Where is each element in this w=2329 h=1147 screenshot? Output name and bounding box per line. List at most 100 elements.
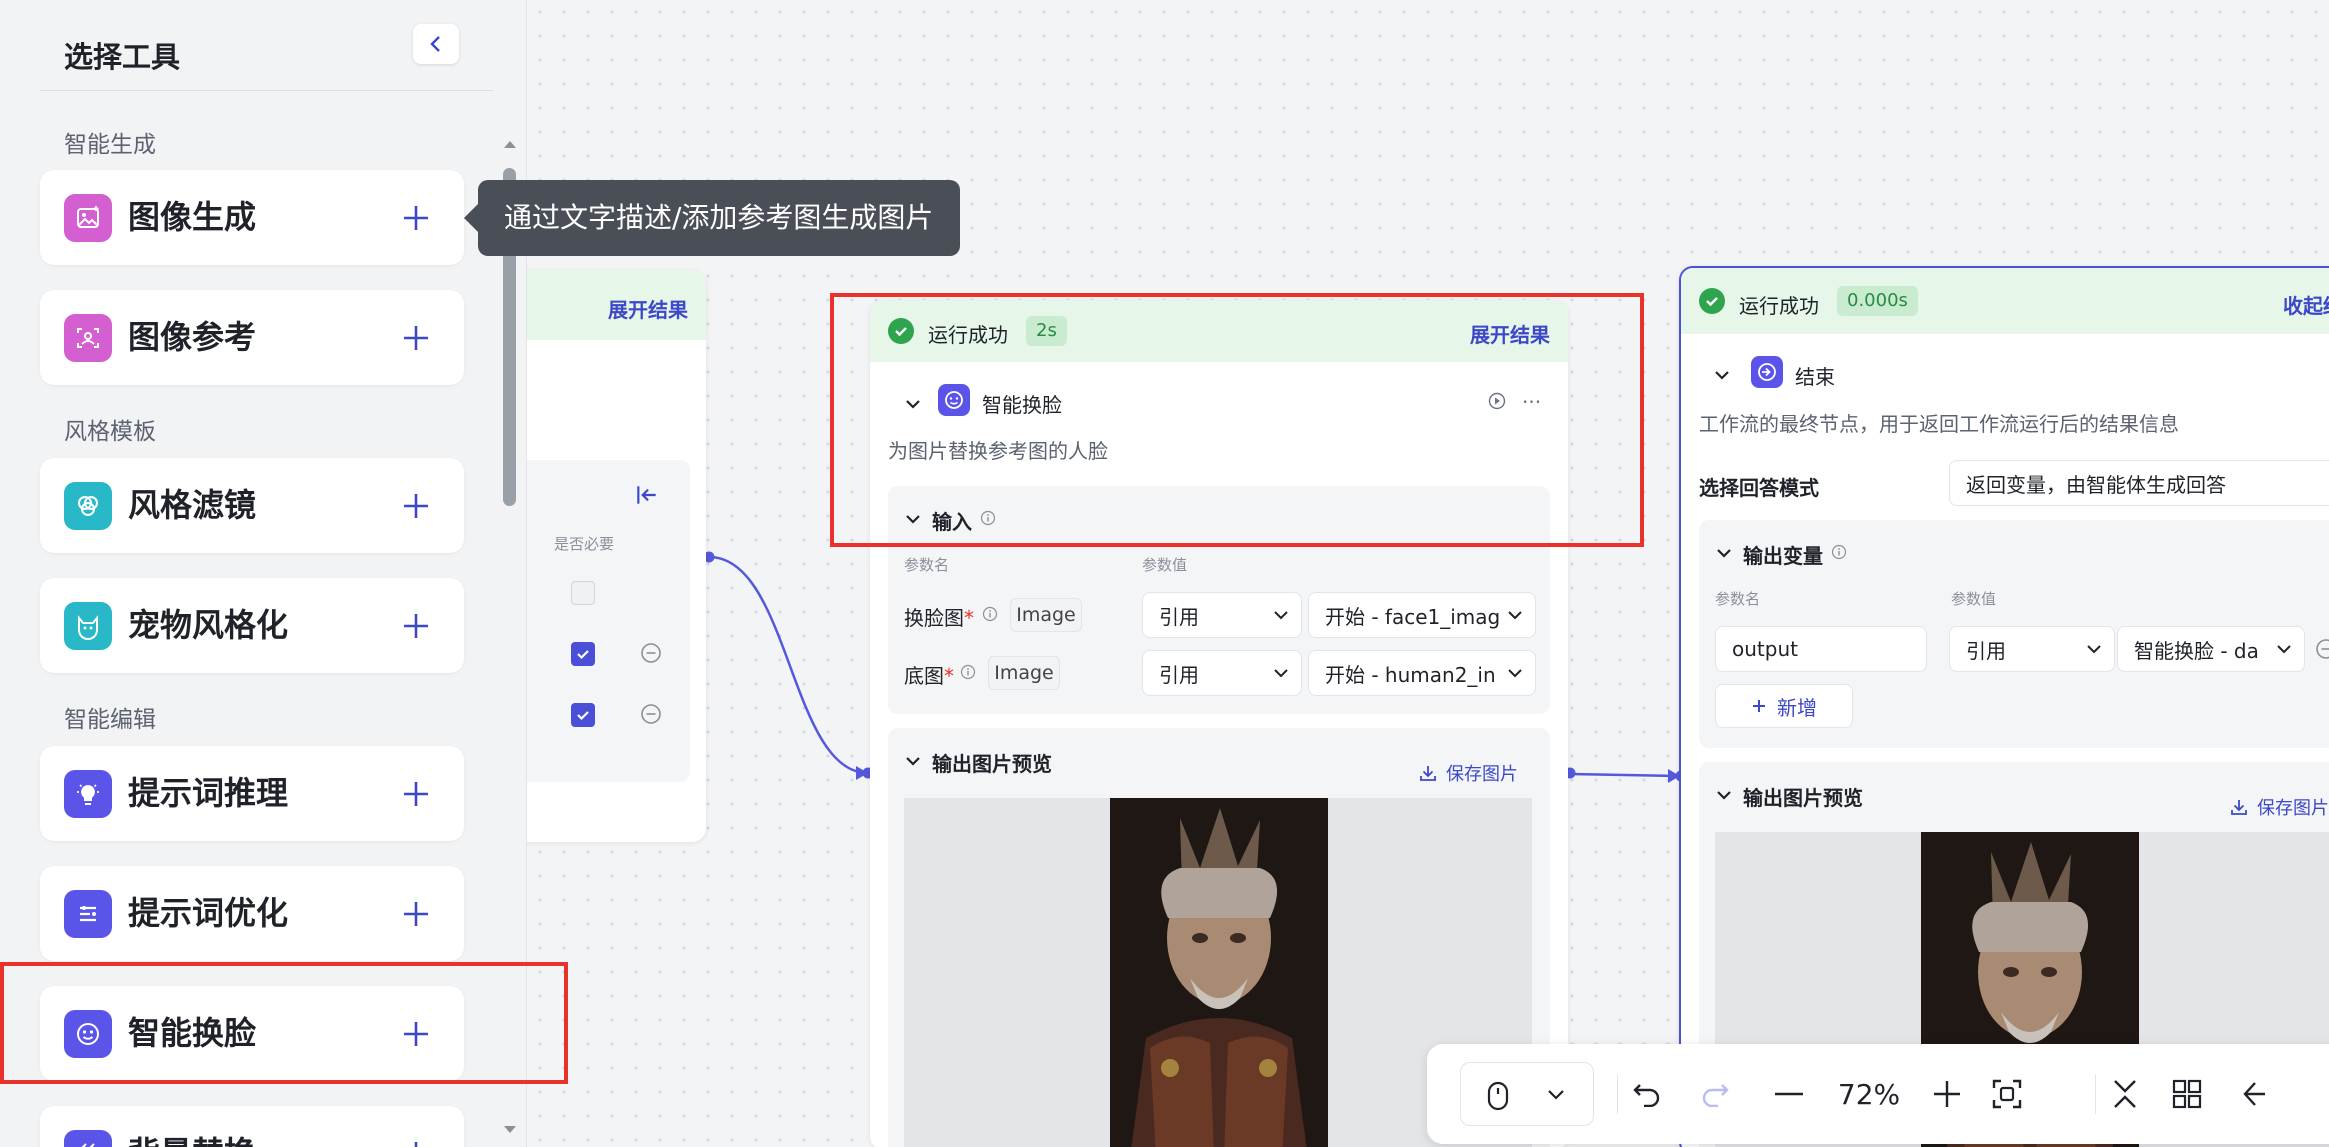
category-style-template: 风格模板 [64,419,156,445]
tool-tooltip: 通过文字描述/添加参考图生成图片 [464,180,960,256]
more-toolbar-button[interactable] [2233,1074,2273,1114]
tool-label: 图像参考 [128,318,257,356]
chevron-left-icon [430,36,440,52]
pointer-mode-select[interactable] [1460,1062,1594,1126]
collapse-all-button[interactable] [2105,1074,2145,1114]
chevron-down-icon [1548,1090,1564,1100]
add-icon[interactable] [400,778,432,810]
end-node-status-text: 运行成功 [1739,294,1819,318]
save-image-label: 保存图片 [1446,764,1518,785]
output-collapse-chevron-icon[interactable] [1715,544,1733,562]
preview-collapse-chevron-icon[interactable] [904,752,922,770]
end-node-icon [1751,356,1783,388]
end-save-image-button[interactable]: 保存图片 [2229,794,2329,820]
image-generate-icon [64,194,112,242]
tool-label: 背景替换 [128,1134,256,1147]
param-row-1-value-select[interactable]: 开始 - face1_imag [1308,592,1536,638]
end-node-duration-badge: 0.000s [1837,286,1918,316]
add-icon[interactable] [400,322,432,354]
end-node-description: 工作流的最终节点，用于返回工作流运行后的结果信息 [1699,412,2179,436]
param-row-2-label: 底图* [904,664,954,688]
output-mode-select[interactable]: 引用 [1949,626,2115,672]
param-row-1-info-icon [982,606,998,622]
tool-pet-stylize[interactable]: 宠物风格化 [40,578,464,673]
end-preview-title: 输出图片预览 [1743,786,1863,810]
output-image-preview[interactable] [1110,798,1328,1147]
tool-style-filter[interactable]: 风格滤镜 [40,458,464,553]
grid-layout-icon [2172,1079,2202,1109]
add-icon[interactable] [400,610,432,642]
param-row-1-value: 开始 - face1_imag [1325,604,1501,629]
background-icon [64,1130,112,1147]
answer-mode-select[interactable]: 返回变量，由智能体生成回答 [1949,460,2329,506]
end-param-name-header: 参数名 [1715,590,1761,608]
zoom-in-button[interactable] [1927,1074,1967,1114]
required-column-header: 是否必要 [554,535,615,553]
param-row-2-mode: 引用 [1159,662,1199,687]
add-icon[interactable] [400,202,432,234]
scroll-down-icon[interactable] [502,1122,518,1138]
param-row-2-value-select[interactable]: 开始 - human2_in [1308,650,1536,696]
param-name-header: 参数名 [904,556,950,574]
scroll-up-icon[interactable] [502,136,518,152]
tool-image-reference[interactable]: 图像参考 [40,290,464,385]
fit-view-icon [1992,1079,2022,1109]
redo-button[interactable] [1695,1074,1735,1114]
output-value-select[interactable]: 智能换脸 - da [2117,626,2305,672]
add-output-label: 新增 [1777,695,1817,720]
export-icon[interactable] [634,482,660,508]
end-node-collapse-link[interactable]: 收起结 [2283,290,2329,319]
remove-param-icon-2[interactable] [640,703,662,725]
param-row-1-mode: 引用 [1159,604,1199,629]
plus-icon [1753,700,1765,712]
tool-label: 图像生成 [128,198,257,236]
add-icon[interactable] [400,1138,432,1147]
end-node[interactable]: 运行成功 0.000s 收起结 结束 工作流的最终节点，用于返回工作流运行后的结… [1679,266,2329,1147]
download-icon [1420,766,1436,781]
add-icon[interactable] [400,490,432,522]
layout-button[interactable] [2167,1074,2207,1114]
output-name-input[interactable]: output [1715,626,1927,672]
image-reference-icon [64,314,112,362]
chevron-down-icon [1274,611,1288,620]
required-checkbox-checked-2[interactable] [571,703,595,727]
param-row-2-info-icon [960,664,976,680]
chevron-down-icon [1274,669,1288,678]
tool-background-replace[interactable]: 背景替换 [40,1106,464,1147]
zoom-out-button[interactable] [1769,1074,1809,1114]
output-mode: 引用 [1966,638,2006,663]
param-row-1-type-tag: Image [1010,598,1082,632]
chevron-down-icon [2087,645,2101,654]
param-value-header: 参数值 [1142,556,1188,574]
required-checkbox-1[interactable] [571,581,595,605]
tool-prompt-inference[interactable]: 提示词推理 [40,746,464,841]
style-filter-icon [64,482,112,530]
fit-view-button[interactable] [1987,1074,2027,1114]
collapse-sidebar-button[interactable] [413,24,459,64]
param-row-2-mode-select[interactable]: 引用 [1142,650,1302,696]
required-checkbox-checked-1[interactable] [571,642,595,666]
zoom-level[interactable]: 72% [1821,1078,1917,1111]
save-image-button[interactable]: 保存图片 [1418,760,1518,786]
param-row-1-mode-select[interactable]: 引用 [1142,592,1302,638]
canvas-toolbar: 72% [1427,1044,2329,1144]
tool-image-generate[interactable]: 图像生成 [40,170,464,265]
answer-mode-label: 选择回答模式 [1699,476,1819,500]
end-node-title: 结束 [1795,365,1835,389]
end-collapse-chevron-icon[interactable] [1713,366,1731,384]
add-icon[interactable] [400,898,432,930]
param-row-2-name: 底图 [904,664,944,688]
highlight-face-swap-tool [0,962,568,1084]
sidebar-divider [40,90,493,91]
end-preview-chevron-icon[interactable] [1715,786,1733,804]
undo-button[interactable] [1627,1074,1667,1114]
output-info-icon [1831,544,1847,560]
chevron-down-icon [2276,643,2292,655]
mouse-icon [1487,1081,1509,1111]
add-output-button[interactable]: 新增 [1715,684,1853,728]
remove-output-icon[interactable] [2315,638,2329,660]
highlight-face-node-header [830,293,1644,547]
tool-prompt-optimize[interactable]: 提示词优化 [40,866,464,961]
remove-param-icon-1[interactable] [640,642,662,664]
start-node-expand-link[interactable]: 展开结果 [608,294,688,323]
